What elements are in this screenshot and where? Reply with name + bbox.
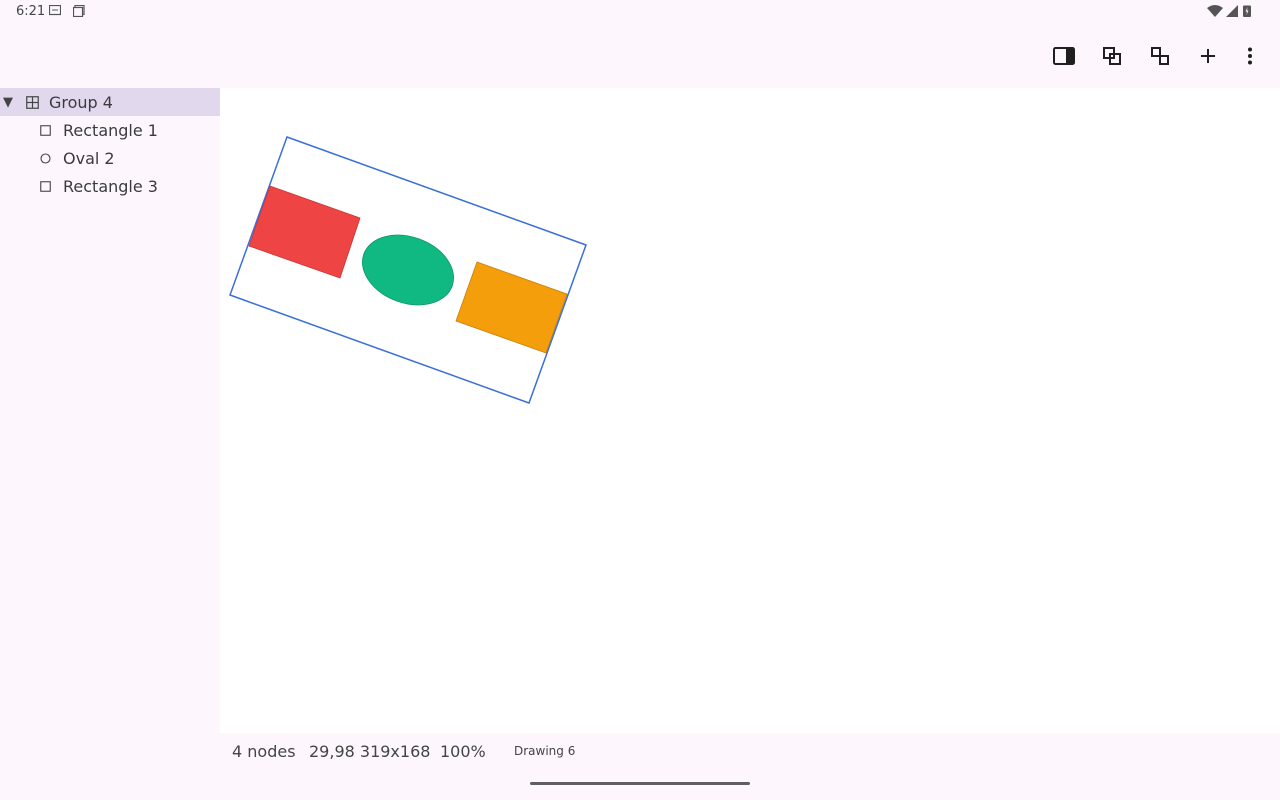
ungroup-icon [1151,47,1169,65]
app-window: 6:21 ▼ Group 4 Rectangle 1 Oval 2 Rectan… [0,0,1280,800]
panel-toggle-icon [1053,47,1075,65]
wifi-icon [1207,5,1223,17]
ungroup-button[interactable] [1148,44,1172,68]
group-icon [1103,47,1121,65]
document-name: Drawing 6 [514,744,576,758]
group-grid-icon [25,95,39,109]
layer-label: Rectangle 3 [63,176,158,196]
layer-label: Rectangle 1 [63,120,158,140]
status-bar: 6:21 [0,0,1280,24]
drawing-canvas[interactable] [220,88,1280,733]
top-toolbar [0,24,1280,88]
add-icon [1201,49,1215,63]
layer-row-oval-2[interactable]: Oval 2 [0,144,220,172]
message-icon [49,5,61,16]
screen-icon [73,5,85,17]
panel-toggle-button[interactable] [1052,44,1076,68]
node-count: 4 nodes [232,742,296,761]
layer-row-rectangle-3[interactable]: Rectangle 3 [0,172,220,200]
layer-label: Oval 2 [63,148,115,168]
layer-row-group-4[interactable]: ▼ Group 4 [0,88,220,116]
oval-icon [40,153,51,164]
rectangle-icon [40,125,51,136]
signal-icon [1226,5,1238,17]
status-time: 6:21 [16,4,46,19]
group-button[interactable] [1100,44,1124,68]
selection-geometry: 29,98 319x168 [309,742,431,761]
more-options-button[interactable] [1238,44,1262,68]
gesture-nav-handle[interactable] [530,782,750,785]
more-vert-icon [1248,47,1252,65]
rectangle-icon [40,181,51,192]
canvas-svg[interactable] [220,88,1280,733]
layer-row-rectangle-1[interactable]: Rectangle 1 [0,116,220,144]
status-footer: 4 nodes 29,98 319x168 100% Drawing 6 [220,733,1280,771]
battery-icon [1243,5,1251,17]
zoom-level[interactable]: 100% [440,742,486,761]
expand-caret-icon[interactable]: ▼ [3,95,13,110]
layer-label: Group 4 [49,92,113,112]
layers-panel: ▼ Group 4 Rectangle 1 Oval 2 Rectangle 3 [0,88,220,733]
add-button[interactable] [1196,44,1220,68]
